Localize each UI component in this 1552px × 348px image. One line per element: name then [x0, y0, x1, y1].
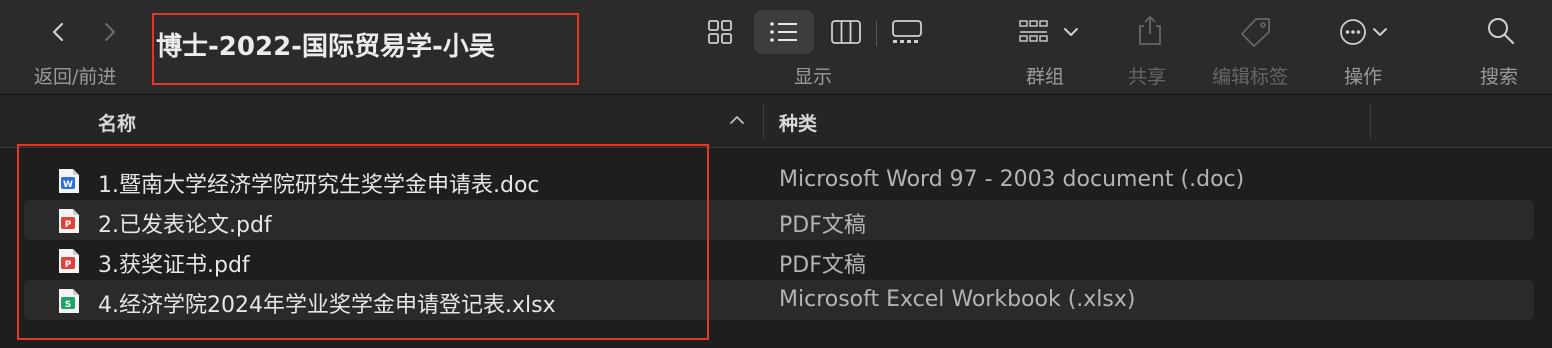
- gallery-icon: [892, 20, 922, 43]
- chevron-left-icon: [52, 22, 64, 42]
- tag-icon: [1241, 18, 1270, 47]
- more-icon: [1340, 19, 1387, 45]
- column-header: 名称 种类: [0, 95, 1552, 148]
- nav-label: 返回/前进: [34, 66, 117, 88]
- gallery-view-button[interactable]: [890, 18, 924, 46]
- segment-divider: [876, 20, 877, 46]
- list-view-button[interactable]: [768, 18, 800, 46]
- column-view-button[interactable]: [830, 18, 862, 46]
- file-kind: Microsoft Excel Workbook (.xlsx): [779, 287, 1136, 312]
- share-label: 共享: [1128, 66, 1167, 88]
- search-button[interactable]: [1486, 16, 1516, 46]
- search-icon: [1488, 18, 1515, 45]
- list-icon: [770, 22, 797, 42]
- share-icon: [1139, 15, 1161, 45]
- share-button[interactable]: [1136, 14, 1164, 46]
- group-label: 群组: [1026, 66, 1065, 88]
- column-divider[interactable]: [763, 103, 764, 139]
- file-kind: PDF文稿: [779, 253, 866, 278]
- chevron-down-icon: [1064, 28, 1078, 36]
- search-label: 搜索: [1480, 66, 1519, 88]
- chevron-right-icon: [104, 22, 116, 42]
- chevron-down-icon: [1373, 28, 1387, 36]
- columns-icon: [831, 20, 861, 44]
- file-kind: Microsoft Word 97 - 2003 document (.doc): [779, 167, 1245, 192]
- file-kind: PDF文稿: [779, 213, 866, 238]
- toolbar: 返回/前进 博士-2022-国际贸易学-小吴 显示 群组 共享 编辑标签 操作 …: [0, 0, 1552, 95]
- column-kind-header[interactable]: 种类: [779, 109, 817, 136]
- column-divider[interactable]: [1370, 103, 1371, 139]
- icon-view-button[interactable]: [706, 18, 734, 46]
- title-highlight-box: [152, 13, 579, 85]
- edit-tags-label: 编辑标签: [1212, 66, 1289, 88]
- edit-tags-button[interactable]: [1238, 16, 1272, 48]
- group-icon: [1019, 20, 1078, 42]
- action-button[interactable]: [1338, 16, 1398, 48]
- back-button[interactable]: [40, 18, 76, 46]
- forward-button[interactable]: [92, 18, 128, 46]
- view-label: 显示: [794, 66, 833, 88]
- action-label: 操作: [1344, 66, 1383, 88]
- column-name-header[interactable]: 名称: [98, 109, 136, 136]
- grid-icon: [708, 20, 732, 44]
- files-highlight-box: [17, 144, 709, 340]
- group-button[interactable]: [1018, 18, 1080, 46]
- sort-ascending-icon[interactable]: [728, 111, 746, 130]
